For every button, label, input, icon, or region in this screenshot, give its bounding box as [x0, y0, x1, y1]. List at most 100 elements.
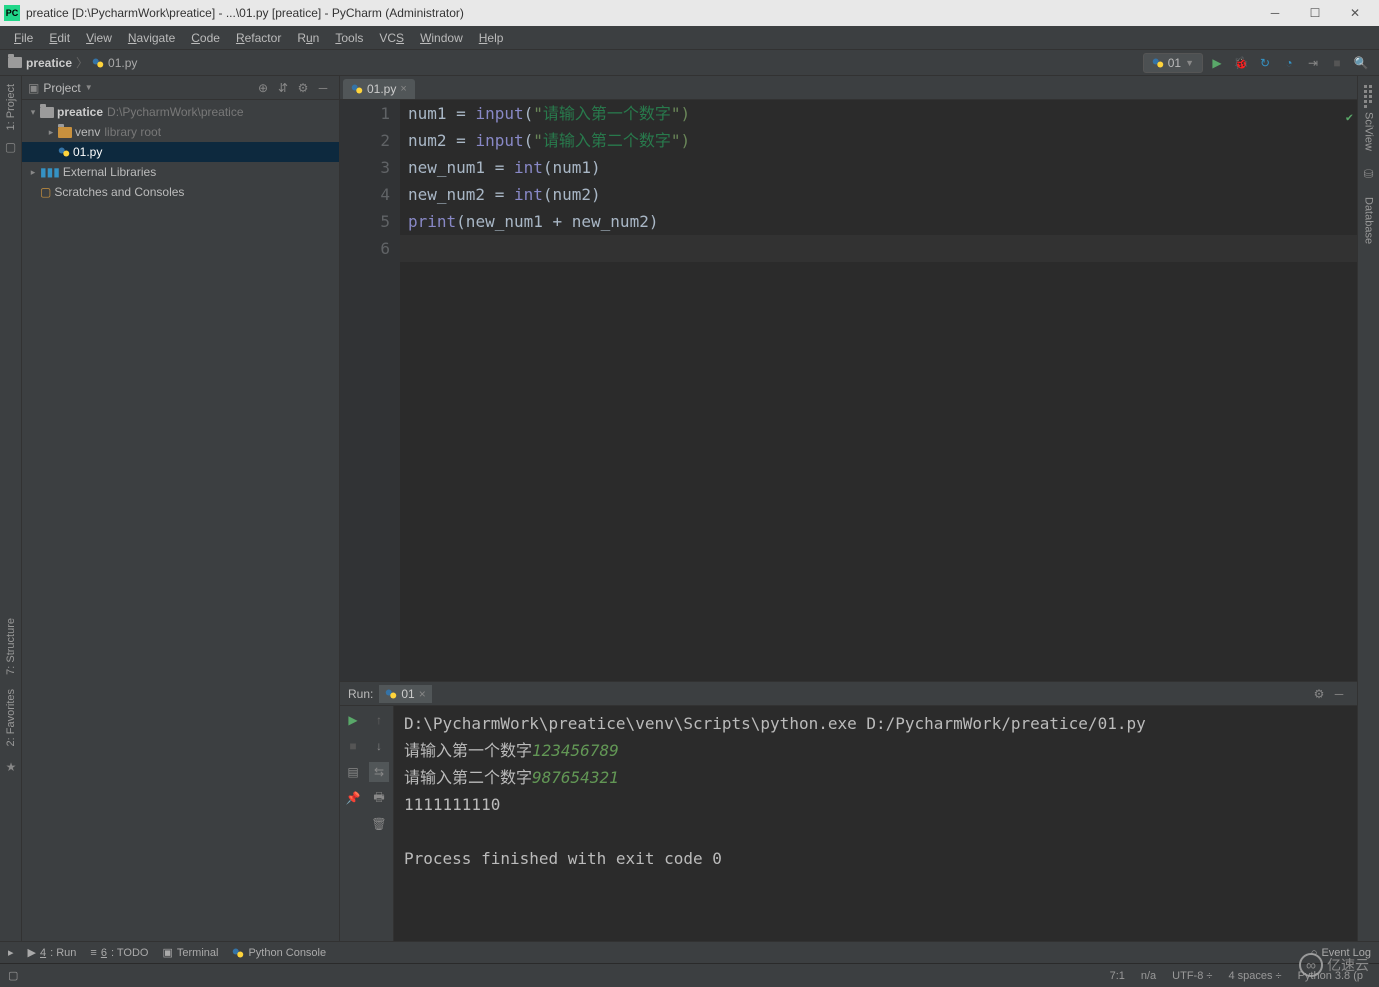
run-tool-window: Run: 01 × ⚙ ─ ▶ ■	[340, 681, 1357, 941]
code-editor[interactable]: ✔ 1 2 3 4 5 6 num1 = input("请输入第一个数字") n…	[340, 100, 1357, 681]
collapse-button[interactable]: ⇵	[273, 78, 293, 98]
console-prompt-1: 请输入第一个数字	[404, 741, 532, 760]
run-panel-label: Run:	[348, 687, 373, 701]
close-icon[interactable]: ×	[419, 687, 426, 701]
menu-code[interactable]: Code	[183, 28, 228, 48]
window-titlebar: PC preatice [D:\PycharmWork\preatice] - …	[0, 0, 1379, 26]
star-icon: ★	[6, 760, 17, 774]
run-sidebar-tools: ▶ ■ ▤ 📌 ↑ ↓ ⇆ 🖶 🗑	[340, 706, 394, 941]
tab-python-console[interactable]: Python Console	[232, 947, 326, 959]
console-input-2: 987654321	[532, 768, 619, 787]
debug-button[interactable]: 🐞	[1231, 53, 1251, 73]
hide-button[interactable]: ─	[313, 78, 333, 98]
python-icon	[232, 947, 244, 959]
editor-tab-01[interactable]: 01.py ×	[343, 79, 415, 99]
sidetab-structure[interactable]: 7: Structure	[5, 618, 17, 675]
tab-terminal[interactable]: ▣ Terminal	[162, 946, 218, 959]
tree-scratches[interactable]: ▢ Scratches and Consoles	[22, 182, 339, 202]
rerun-button[interactable]: ▶	[343, 710, 363, 730]
python-file-icon	[92, 57, 104, 69]
menu-window[interactable]: Window	[412, 28, 471, 48]
profile-button[interactable]: ◔	[1279, 53, 1299, 73]
folder-icon	[58, 127, 72, 138]
run-button[interactable]: ▶	[1207, 53, 1227, 73]
close-icon[interactable]: ×	[400, 83, 406, 95]
menu-vcs[interactable]: VCS	[371, 28, 412, 48]
tree-file-01[interactable]: 01.py	[22, 142, 339, 162]
stop-button[interactable]: ■	[1327, 53, 1347, 73]
folder-icon: ▢	[5, 140, 16, 154]
tree-root[interactable]: ▾ preatice D:\PycharmWork\preatice	[22, 102, 339, 122]
settings-icon[interactable]: ⚙	[1309, 684, 1329, 704]
folder-icon	[8, 57, 22, 68]
menu-run[interactable]: Run	[289, 28, 327, 48]
menu-tools[interactable]: Tools	[327, 28, 371, 48]
coverage-button[interactable]: ↻	[1255, 53, 1275, 73]
status-caret-pos[interactable]: 7:1	[1102, 970, 1133, 982]
run-tab-01[interactable]: 01 ×	[379, 685, 431, 703]
tab-todo[interactable]: ≡ 6: TODO	[90, 947, 148, 959]
status-encoding[interactable]: UTF-8 ÷	[1164, 970, 1220, 982]
status-indent[interactable]: 4 spaces ÷	[1220, 970, 1289, 982]
run-console-output[interactable]: D:\PycharmWork\preatice\venv\Scripts\pyt…	[394, 706, 1357, 941]
chevron-down-icon: ▼	[85, 83, 93, 92]
close-button[interactable]: ✕	[1335, 0, 1375, 26]
menu-edit[interactable]: Edit	[41, 28, 78, 48]
python-file-icon	[351, 83, 363, 95]
sidetab-favorites[interactable]: 2: Favorites	[5, 689, 17, 746]
layout-button[interactable]: ▤	[343, 762, 363, 782]
python-icon	[1152, 57, 1164, 69]
locate-button[interactable]: ⊕	[253, 78, 273, 98]
python-icon	[385, 688, 397, 700]
search-everywhere-button[interactable]: 🔍	[1351, 53, 1371, 73]
grid-icon[interactable]	[1363, 84, 1375, 96]
window-title: preatice [D:\PycharmWork\preatice] - ...…	[26, 6, 1255, 20]
bottom-tool-tabs: ▸ ▶ 4: Run ≡ 6: TODO ▣ Terminal Python C…	[0, 941, 1379, 963]
menu-bar: File Edit View Navigate Code Refactor Ru…	[0, 26, 1379, 50]
menu-view[interactable]: View	[78, 28, 120, 48]
attach-button[interactable]: ⇥	[1303, 53, 1323, 73]
show-toolwindows-button[interactable]: ▸	[8, 946, 14, 959]
sidetab-database[interactable]: Database	[1363, 197, 1375, 244]
maximize-button[interactable]: ☐	[1295, 0, 1335, 26]
statusbar-hint[interactable]: ▢	[8, 969, 18, 982]
menu-file[interactable]: File	[6, 28, 41, 48]
status-bar: ▢ 7:1 n/a UTF-8 ÷ 4 spaces ÷ Python 3.8 …	[0, 963, 1379, 987]
print-button[interactable]: 🖶	[369, 788, 389, 808]
watermark-icon: ∞	[1299, 953, 1323, 977]
down-button[interactable]: ↓	[369, 736, 389, 756]
sidetab-sciview[interactable]: SciView	[1363, 112, 1375, 151]
breadcrumb-sep: 〉	[76, 54, 88, 71]
tree-external-libs[interactable]: ▸ ▮▮▮ External Libraries	[22, 162, 339, 182]
project-tree[interactable]: ▾ preatice D:\PycharmWork\preatice ▸ ven…	[22, 100, 339, 941]
menu-help[interactable]: Help	[471, 28, 512, 48]
trash-button[interactable]: 🗑	[369, 814, 389, 834]
status-na[interactable]: n/a	[1133, 970, 1164, 982]
stop-button[interactable]: ■	[343, 736, 363, 756]
console-input-1: 123456789	[532, 741, 619, 760]
sidetab-project[interactable]: 1: Project	[5, 84, 17, 130]
pycharm-icon: PC	[4, 5, 20, 21]
library-icon: ▮▮▮	[40, 165, 60, 179]
wrap-button[interactable]: ⇆	[369, 762, 389, 782]
project-panel-title[interactable]: ▣ Project ▼	[28, 81, 253, 95]
tree-venv[interactable]: ▸ venv library root	[22, 122, 339, 142]
console-prompt-2: 请输入第二个数字	[404, 768, 532, 787]
run-config-selector[interactable]: 01 ▼	[1143, 53, 1203, 73]
menu-refactor[interactable]: Refactor	[228, 28, 289, 48]
folder-icon	[40, 107, 54, 118]
breadcrumb-root[interactable]: preatice	[8, 56, 72, 70]
python-file-icon	[58, 146, 70, 158]
scratch-icon: ▢	[40, 185, 51, 199]
hide-button[interactable]: ─	[1329, 684, 1349, 704]
pin-button[interactable]: 📌	[343, 788, 363, 808]
tab-run[interactable]: ▶ 4: Run	[28, 946, 77, 959]
settings-icon[interactable]: ⚙	[293, 78, 313, 98]
chevron-down-icon: ▼	[1185, 58, 1194, 68]
console-result: 1111111110	[404, 791, 1347, 818]
minimize-button[interactable]: ─	[1255, 0, 1295, 26]
menu-navigate[interactable]: Navigate	[120, 28, 183, 48]
breadcrumb: preatice 〉 01.py	[8, 54, 1143, 71]
breadcrumb-file[interactable]: 01.py	[92, 56, 137, 70]
up-button[interactable]: ↑	[369, 710, 389, 730]
